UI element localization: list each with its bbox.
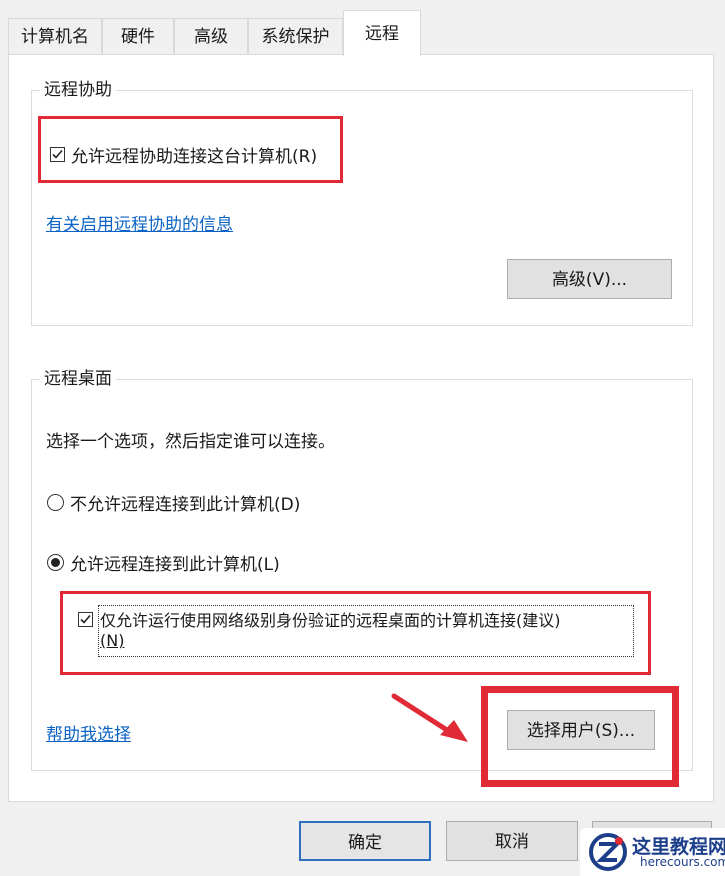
tab-system-protection[interactable]: 系统保护	[248, 18, 343, 54]
tab-label: 高级	[194, 27, 228, 47]
remote-assistance-title: 远程协助	[40, 79, 116, 101]
watermark-logo-icon	[589, 833, 627, 871]
tab-computer-name[interactable]: 计算机名	[8, 18, 102, 54]
tab-remote[interactable]: 远程	[343, 10, 421, 56]
deny-remote-radio[interactable]	[47, 494, 64, 511]
watermark: 这里教程网 herecours.com	[580, 828, 725, 876]
tab-label: 系统保护	[261, 27, 330, 47]
deny-remote-label[interactable]: 不允许远程连接到此计算机(D)	[70, 490, 300, 515]
highlight-allow-remote-assistance	[38, 116, 343, 183]
tab-label: 计算机名	[21, 27, 89, 47]
help-me-choose-link[interactable]: 帮助我选择	[46, 720, 131, 745]
ok-button[interactable]: 确定	[299, 821, 431, 861]
allow-remote-label[interactable]: 允许远程连接到此计算机(L)	[70, 550, 280, 575]
advanced-button[interactable]: 高级(V)...	[507, 259, 672, 299]
watermark-text-en: herecours.com	[640, 855, 725, 869]
remote-assistance-info-link[interactable]: 有关启用远程协助的信息	[46, 210, 233, 235]
remote-desktop-instruction: 选择一个选项，然后指定谁可以连接。	[46, 432, 335, 452]
allow-remote-radio[interactable]	[47, 554, 64, 571]
red-arrow-icon	[391, 693, 468, 742]
tab-advanced[interactable]: 高级	[174, 18, 248, 54]
radio-selected-dot	[51, 558, 60, 567]
tab-label: 远程	[365, 24, 399, 44]
cancel-button[interactable]: 取消	[446, 821, 578, 861]
tab-label: 硬件	[121, 27, 155, 47]
highlight-nla-option	[60, 591, 651, 675]
remote-desktop-title: 远程桌面	[40, 368, 116, 390]
tab-hardware[interactable]: 硬件	[102, 18, 174, 54]
highlight-select-users	[481, 686, 679, 787]
